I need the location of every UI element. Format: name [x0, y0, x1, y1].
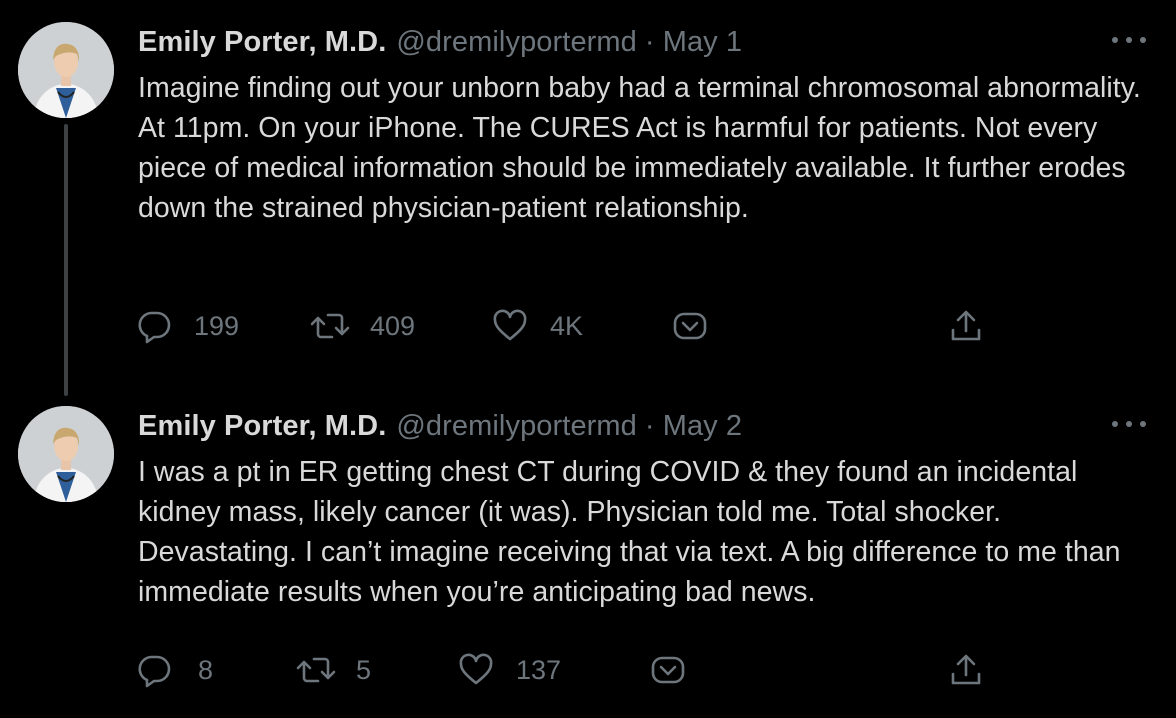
avatar[interactable] — [18, 406, 114, 502]
reply-button[interactable]: 8 — [136, 650, 213, 690]
reply-count: 8 — [198, 654, 214, 685]
retweet-count: 409 — [370, 310, 416, 341]
tweet-date[interactable]: May 2 — [663, 410, 742, 443]
share-chevron-icon — [673, 312, 707, 340]
share-menu-button[interactable] — [650, 650, 686, 690]
author-name[interactable]: Emily Porter, M.D. — [138, 26, 386, 59]
heart-icon — [493, 309, 527, 341]
reply-button[interactable]: 199 — [136, 306, 239, 346]
avatar-photo — [18, 22, 114, 118]
tweet-text: I was a pt in ER getting chest CT during… — [138, 456, 1121, 608]
avatar[interactable] — [18, 22, 114, 118]
share-menu-button[interactable] — [672, 306, 708, 346]
thread-line — [64, 124, 68, 396]
speech-bubble-icon — [138, 311, 171, 344]
tweet-header: Emily Porter, M.D. @dremilyportermd · Ma… — [138, 406, 742, 446]
retweet-arrows-icon — [310, 313, 350, 339]
ellipsis-icon — [1112, 421, 1118, 427]
ellipsis-icon — [1112, 37, 1118, 43]
tweet[interactable]: Emily Porter, M.D. @dremilyportermd · Ma… — [0, 0, 1176, 396]
avatar-photo — [18, 406, 114, 502]
separator-dot: · — [644, 25, 655, 58]
tweet[interactable]: Emily Porter, M.D. @dremilyportermd · Ma… — [0, 384, 1176, 718]
retweet-arrows-icon — [296, 657, 336, 683]
like-count: 137 — [516, 654, 562, 685]
like-button[interactable]: 137 — [458, 650, 561, 690]
more-options-button[interactable] — [1112, 414, 1146, 434]
author-handle[interactable]: @dremilyportermd — [396, 410, 637, 443]
share-chevron-icon — [651, 656, 685, 684]
upload-arrow-icon — [951, 310, 981, 341]
like-button[interactable]: 4K — [492, 306, 583, 346]
retweet-button[interactable]: 409 — [310, 306, 415, 346]
upload-button[interactable] — [948, 650, 984, 690]
retweet-count: 5 — [356, 654, 372, 685]
like-count: 4K — [550, 310, 584, 341]
reply-count: 199 — [194, 310, 240, 341]
upload-button[interactable] — [948, 306, 984, 346]
heart-icon — [459, 653, 493, 685]
retweet-button[interactable]: 5 — [296, 650, 371, 690]
tweet-text: Imagine finding out your unborn baby had… — [138, 72, 1141, 224]
author-name[interactable]: Emily Porter, M.D. — [138, 410, 386, 443]
separator-dot: · — [644, 409, 655, 442]
more-options-button[interactable] — [1112, 30, 1146, 50]
speech-bubble-icon — [138, 655, 171, 688]
tweet-header: Emily Porter, M.D. @dremilyportermd · Ma… — [138, 22, 742, 62]
tweet-date[interactable]: May 1 — [663, 26, 742, 59]
upload-arrow-icon — [951, 654, 981, 685]
author-handle[interactable]: @dremilyportermd — [396, 26, 637, 59]
